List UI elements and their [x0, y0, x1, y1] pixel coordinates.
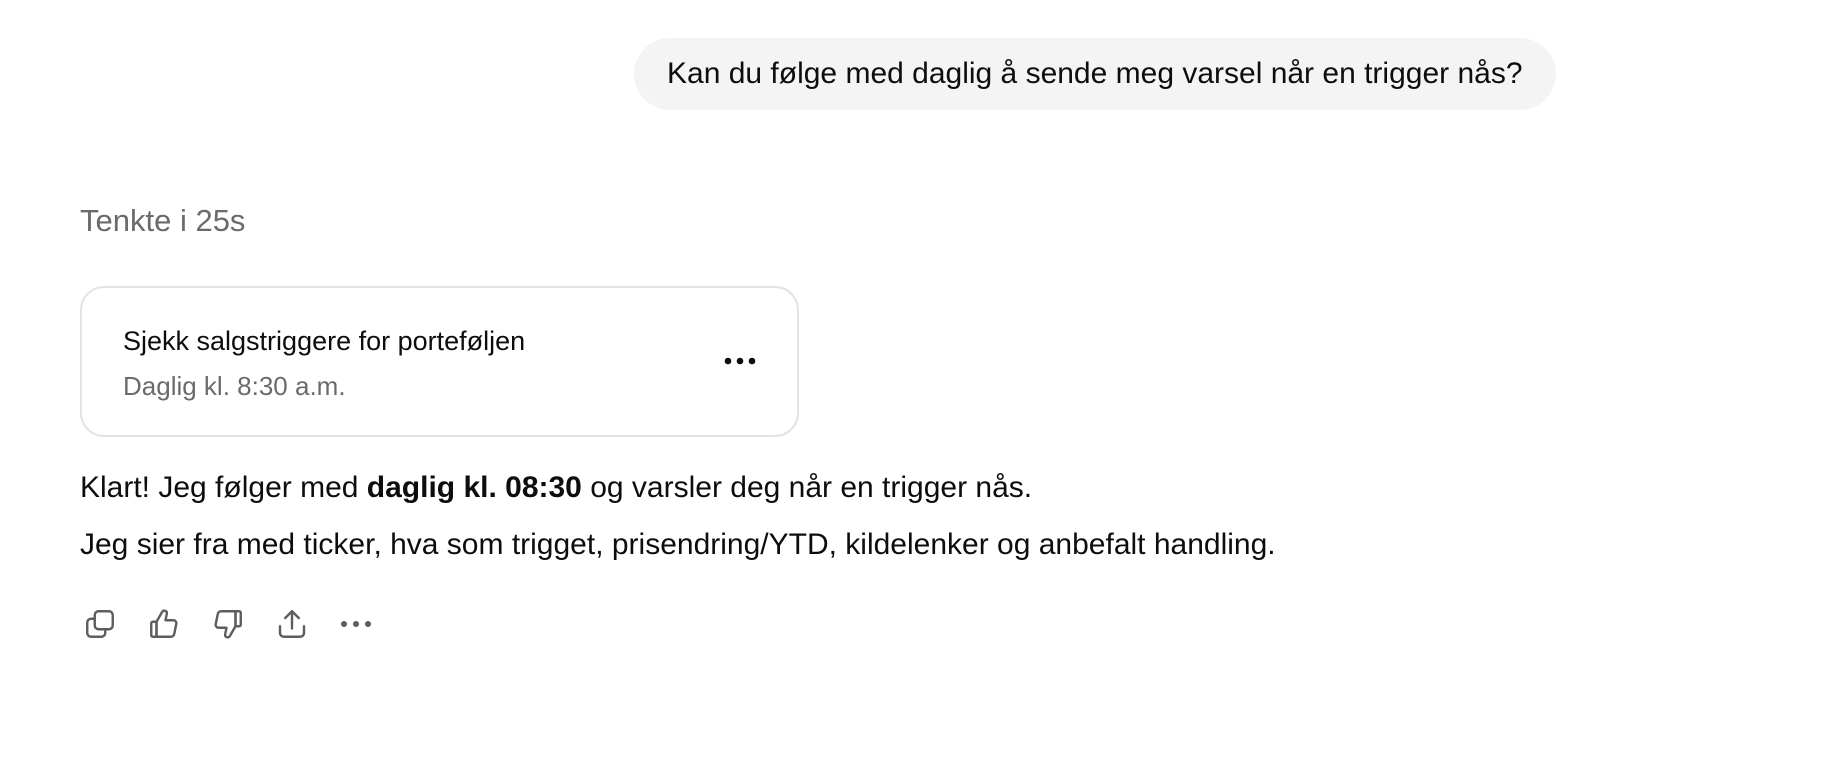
thumbs-down-button[interactable]	[208, 604, 248, 644]
task-title: Sjekk salgstriggere for porteføljen	[123, 326, 526, 356]
user-message-bubble: Kan du følge med daglig å sende meg vars…	[634, 38, 1556, 110]
assistant-answer-line-2: Jeg sier fra med ticker, hva som trigget…	[80, 528, 1276, 561]
task-schedule: Daglig kl. 8:30 a.m.	[123, 371, 346, 401]
more-horizontal-icon	[724, 352, 756, 370]
more-actions-button[interactable]	[336, 604, 376, 644]
copy-icon	[82, 606, 118, 642]
answer-text-prefix: Klart! Jeg følger med	[80, 471, 367, 504]
share-button[interactable]	[272, 604, 312, 644]
answer-text-bold-time: daglig kl. 08:30	[366, 471, 582, 504]
more-horizontal-icon	[340, 620, 372, 628]
thumbs-down-icon	[210, 606, 246, 642]
user-message-text: Kan du følge med daglig å sende meg vars…	[667, 57, 1523, 90]
answer-text-suffix: og varsler deg når en trigger nås.	[581, 471, 1033, 504]
share-icon	[274, 606, 310, 642]
scheduled-task-card[interactable]: Sjekk salgstriggere for porteføljen Dagl…	[80, 286, 799, 437]
task-more-button[interactable]	[723, 346, 757, 376]
thumbs-up-icon	[146, 606, 182, 642]
message-action-bar	[80, 604, 400, 644]
thumbs-up-button[interactable]	[144, 604, 184, 644]
thinking-duration-label[interactable]: Tenkte i 25s	[80, 203, 245, 239]
assistant-answer-line-1: Klart! Jeg følger med daglig kl. 08:30 o…	[80, 471, 1032, 505]
copy-button[interactable]	[80, 604, 120, 644]
